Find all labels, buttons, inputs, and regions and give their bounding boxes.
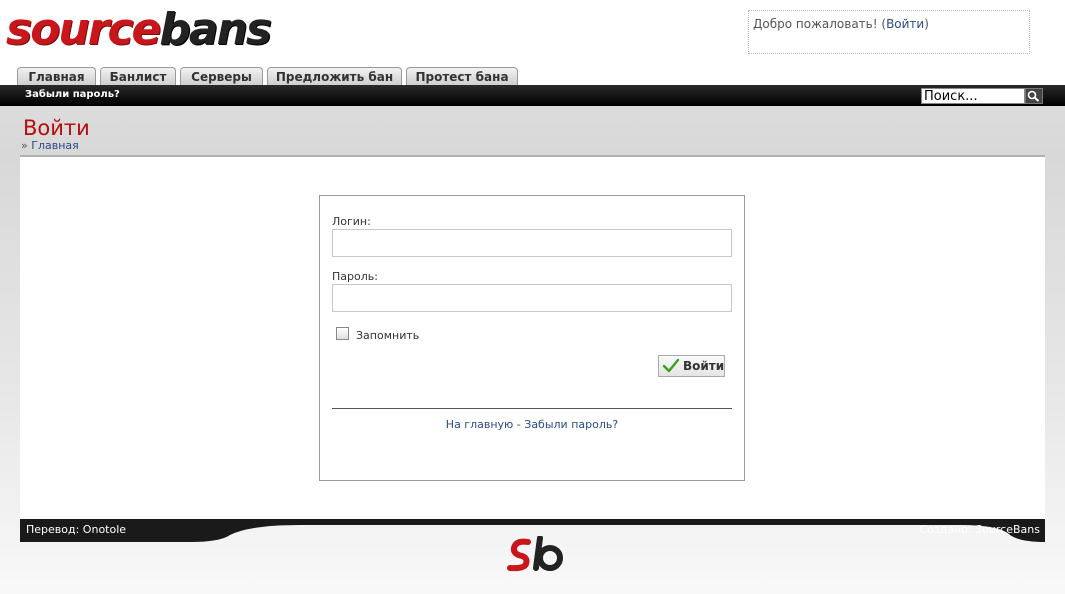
search-input[interactable] xyxy=(921,88,1025,104)
search-icon xyxy=(1027,90,1040,102)
remember-label: Запомнить xyxy=(356,329,420,342)
breadcrumb: » Главная xyxy=(21,139,79,152)
page-title: Войти xyxy=(23,116,90,140)
tab-submit-ban[interactable]: Предложить бан xyxy=(267,67,402,85)
sb-logo[interactable] xyxy=(506,536,570,574)
welcome-box: Добро пожаловать! (Войти) xyxy=(748,10,1030,54)
footer-created-by: Создано: SourceBans xyxy=(919,523,1040,536)
tab-home[interactable]: Главная xyxy=(17,67,96,85)
tab-banlist[interactable]: Банлист xyxy=(100,67,176,85)
logo-bans: bans xyxy=(159,4,272,55)
sub-navbar xyxy=(0,85,1065,106)
logo-source: source xyxy=(6,4,161,55)
password-label: Пароль: xyxy=(332,270,378,283)
welcome-prefix: Добро пожаловать! ( xyxy=(753,17,887,31)
breadcrumb-separator: » xyxy=(21,139,28,152)
welcome-text: Добро пожаловать! (Войти) xyxy=(753,17,929,31)
tab-servers[interactable]: Серверы xyxy=(180,67,263,85)
sourcebans-logo[interactable]: sourcebans xyxy=(6,8,326,56)
username-label: Логин: xyxy=(332,215,371,228)
login-bottom-links[interactable]: На главную - Забыли пароль? xyxy=(332,418,732,431)
username-field[interactable] xyxy=(332,229,732,257)
breadcrumb-home-link[interactable]: Главная xyxy=(31,139,79,152)
search-button[interactable] xyxy=(1025,88,1043,104)
checkmark-icon xyxy=(662,358,680,373)
forgot-password-link[interactable]: Забыли пароль? xyxy=(25,89,120,100)
footer-translation: Перевод: Onotole xyxy=(26,523,127,536)
password-field[interactable] xyxy=(332,284,732,312)
tab-protest-ban[interactable]: Протест бана xyxy=(406,67,518,85)
remember-checkbox[interactable] xyxy=(336,327,349,340)
login-divider xyxy=(332,408,732,409)
welcome-login-link[interactable]: Войти xyxy=(886,17,924,31)
welcome-suffix: ) xyxy=(924,17,929,31)
login-submit-button[interactable]: Войти xyxy=(658,355,725,377)
submit-label: Войти xyxy=(683,359,725,373)
